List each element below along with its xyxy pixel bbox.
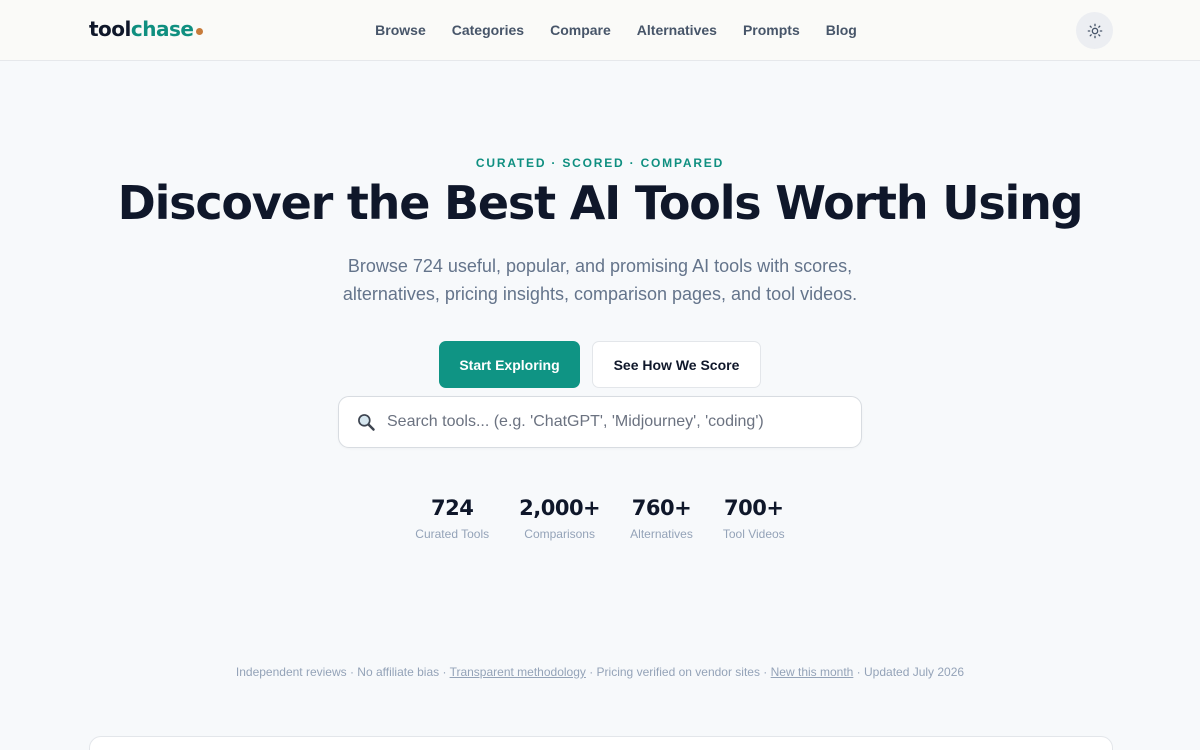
- stat-comparisons: 2,000+ Comparisons: [519, 496, 601, 541]
- new-this-month-link[interactable]: New this month: [771, 665, 854, 679]
- site-header: tool chase Browse Categories Compare Alte…: [0, 0, 1200, 61]
- stat-curated-tools: 724 Curated Tools: [415, 496, 489, 541]
- hero-subtitle: Browse 724 useful, popular, and promisin…: [342, 256, 858, 304]
- content-card: [89, 736, 1113, 750]
- nav-alternatives[interactable]: Alternatives: [637, 22, 717, 38]
- theme-toggle-button[interactable]: [1076, 12, 1113, 49]
- start-exploring-button[interactable]: Start Exploring: [439, 341, 580, 388]
- trust-text-1: Independent reviews · No affiliate bias …: [235, 665, 450, 679]
- stat-label: Tool Videos: [722, 527, 785, 541]
- hero-title: Discover the Best AI Tools Worth Using: [117, 176, 1084, 230]
- search-input[interactable]: [387, 407, 847, 437]
- stat-value: 760+: [631, 496, 692, 520]
- stat-value: 700+: [724, 496, 784, 520]
- sun-icon: [1087, 23, 1102, 38]
- stat-alternatives: 760+ Alternatives: [630, 496, 693, 541]
- stat-tool-videos: 700+ Tool Videos: [723, 496, 785, 541]
- logo-text-chase: chase: [130, 17, 194, 41]
- nav-items: Browse Categories Compare Alternatives P…: [375, 22, 857, 38]
- search-icon: [355, 411, 377, 433]
- stat-label: Curated Tools: [415, 527, 490, 541]
- hero-eyebrow: CURATED · SCORED · COMPARED: [475, 156, 725, 170]
- trust-text-3: · Updated July 2026: [853, 665, 965, 679]
- trust-text-2: · Pricing verified on vendor sites ·: [585, 665, 771, 679]
- nav-browse[interactable]: Browse: [375, 22, 426, 38]
- stat-value: 724: [431, 496, 474, 520]
- nav-prompts[interactable]: Prompts: [743, 22, 800, 38]
- nav-categories[interactable]: Categories: [452, 22, 524, 38]
- logo-text-tool: tool: [89, 17, 131, 41]
- logo-dot-icon: [196, 27, 204, 35]
- see-how-we-score-button[interactable]: See How We Score: [592, 341, 761, 388]
- logo[interactable]: tool chase: [89, 17, 204, 41]
- transparent-methodology-link[interactable]: Transparent methodology: [450, 665, 586, 679]
- stat-label: Alternatives: [630, 527, 693, 541]
- stat-value: 2,000+: [519, 496, 601, 520]
- stat-label: Comparisons: [524, 527, 595, 541]
- nav-blog[interactable]: Blog: [826, 22, 857, 38]
- search-box[interactable]: [338, 396, 862, 448]
- trust-line: Independent reviews · No affiliate bias …: [0, 665, 1200, 679]
- nav-compare[interactable]: Compare: [550, 22, 611, 38]
- stats-row: 724 Curated Tools 2,000+ Comparisons 760…: [0, 496, 1200, 541]
